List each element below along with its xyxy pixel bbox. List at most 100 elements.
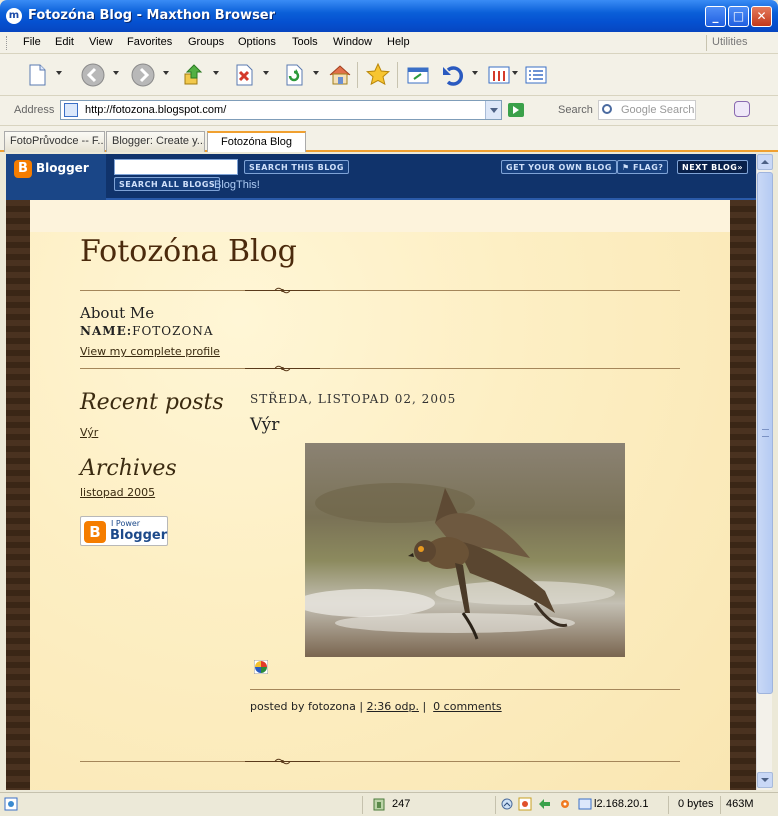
menu-edit[interactable]: Edit [55, 36, 74, 48]
scroll-thumb[interactable] [757, 172, 773, 694]
menu-view[interactable]: View [89, 36, 113, 48]
maximize-button[interactable]: □ [728, 6, 749, 27]
page-viewport: Fotozóna Blog About Me NAME:FOTOZONA Vie… [6, 200, 756, 790]
network-icon[interactable] [500, 797, 514, 811]
url-history-dropdown-icon[interactable] [485, 101, 501, 119]
stop-dropdown-icon[interactable] [263, 71, 269, 75]
tab-fotozona-blog[interactable]: Fotozóna Blog [207, 131, 306, 152]
name-value: FOTOZONA [132, 324, 214, 338]
extension-icon[interactable] [734, 101, 750, 117]
post-divider [250, 689, 680, 690]
popup-blocker-icon[interactable] [518, 797, 532, 811]
url-text[interactable]: http://fotozona.blogspot.com/ [85, 104, 226, 116]
blog-search-input[interactable] [114, 159, 238, 175]
scroll-grip-icon [762, 429, 769, 437]
menu-grip[interactable] [6, 36, 9, 50]
next-blog-button[interactable]: NEXT BLOG» [677, 160, 749, 174]
footer-separator: | [422, 700, 427, 713]
new-page-icon[interactable] [24, 62, 50, 88]
maxthon-icon[interactable]: m [6, 8, 22, 24]
open-window-icon[interactable] [405, 62, 431, 88]
blog-page: Fotozóna Blog About Me NAME:FOTOZONA Vie… [30, 200, 730, 790]
close-button[interactable]: ✕ [751, 6, 772, 27]
archives-heading: Archives [80, 456, 177, 481]
go-button[interactable] [508, 103, 524, 117]
owl-image [305, 443, 625, 657]
ornament-icon [245, 287, 320, 294]
status-divider [720, 796, 721, 814]
columns-icon[interactable] [486, 62, 512, 88]
blogger-logo[interactable]: B Blogger [6, 154, 106, 200]
post-time-link[interactable]: 2:36 odp. [367, 700, 419, 713]
view-profile-link[interactable]: View my complete profile [80, 345, 220, 358]
gear-icon[interactable] [558, 797, 572, 811]
picasa-icon[interactable] [254, 660, 268, 674]
url-input[interactable]: http://fotozona.blogspot.com/ [60, 100, 502, 120]
ip-address: l2.168.20.1 [594, 798, 649, 810]
archive-link[interactable]: listopad 2005 [80, 486, 155, 499]
menu-help[interactable]: Help [387, 36, 410, 48]
toolbar-separator [357, 62, 358, 88]
blogger-navbar: B Blogger SEARCH THIS BLOG SEARCH ALL BL… [6, 154, 756, 200]
window-title: Fotozóna Blog - Maxthon Browser [28, 8, 276, 23]
powered-by-blogger-badge[interactable]: B I Power Blogger [80, 516, 168, 546]
posted-by-text: posted by fotozona | [250, 700, 364, 713]
flag-label: FLAG? [632, 163, 664, 172]
recycle-icon[interactable] [372, 797, 386, 811]
get-your-own-blog-button[interactable]: GET YOUR OWN BLOG [501, 160, 617, 174]
menu-groups[interactable]: Groups [188, 36, 224, 48]
vertical-scrollbar[interactable] [756, 154, 773, 790]
menu-window[interactable]: Window [333, 36, 372, 48]
menu-favorites[interactable]: Favorites [127, 36, 172, 48]
menu-file[interactable]: File [23, 36, 41, 48]
go-up-dropdown-icon[interactable] [213, 71, 219, 75]
blogger-b-icon: B [14, 160, 32, 178]
forward-dropdown-icon[interactable] [163, 71, 169, 75]
footer-divider [80, 758, 680, 765]
search-placeholder: Google Search [621, 104, 695, 116]
scroll-up-button[interactable] [757, 154, 773, 170]
post-footer: posted by fotozona | 2:36 odp. | 0 comme… [250, 700, 502, 713]
go-up-icon[interactable] [181, 62, 207, 88]
undo-icon[interactable] [440, 62, 466, 88]
blog-title[interactable]: Fotozóna Blog [80, 234, 297, 269]
menu-separator [706, 35, 707, 51]
new-page-dropdown-icon[interactable] [56, 71, 62, 75]
minimize-button[interactable]: _ [705, 6, 726, 27]
search-this-blog-button[interactable]: SEARCH THIS BLOG [244, 160, 349, 174]
search-input[interactable]: Google Search [598, 100, 696, 120]
address-label: Address [14, 104, 55, 116]
green-arrow-icon[interactable] [538, 797, 552, 811]
recent-post-link[interactable]: Výr [80, 426, 98, 439]
undo-dropdown-icon[interactable] [472, 71, 478, 75]
comments-link[interactable]: 0 comments [433, 700, 502, 713]
menu-tools[interactable]: Tools [292, 36, 318, 48]
utilities-menu[interactable]: Utilities [712, 36, 747, 48]
back-icon[interactable] [80, 62, 106, 88]
menu-options[interactable]: Options [238, 36, 276, 48]
columns-dropdown-icon[interactable] [512, 71, 518, 75]
refresh-dropdown-icon[interactable] [313, 71, 319, 75]
profile-name: NAME:FOTOZONA [80, 324, 214, 338]
blogthis-link[interactable]: BlogThis! [214, 179, 260, 191]
search-label: Search [558, 104, 593, 116]
blogger-b-icon: B [84, 521, 106, 543]
recent-posts-heading: Recent posts [80, 390, 224, 415]
scroll-down-button[interactable] [757, 772, 773, 788]
tab-blogger-create[interactable]: Blogger: Create y... [106, 131, 205, 152]
list-view-icon[interactable] [523, 62, 549, 88]
tab-fotopruvodce[interactable]: FotoPrůvodce -- F... [4, 131, 105, 152]
home-icon[interactable] [327, 62, 353, 88]
stop-icon[interactable] [231, 62, 257, 88]
flag-button[interactable]: ⚑ FLAG? [617, 160, 669, 174]
back-dropdown-icon[interactable] [113, 71, 119, 75]
search-all-blogs-button[interactable]: SEARCH ALL BLOGS [114, 177, 221, 191]
forward-icon[interactable] [130, 62, 156, 88]
favorites-star-icon[interactable] [365, 62, 391, 88]
refresh-icon[interactable] [281, 62, 307, 88]
owl-photo[interactable] [305, 443, 625, 657]
page-status-icon [4, 797, 18, 811]
menu-bar: File Edit View Favorites Groups Options … [0, 32, 778, 54]
title-bar: m Fotozóna Blog - Maxthon Browser _ □ ✕ [0, 0, 778, 32]
ip-icon[interactable] [578, 797, 592, 811]
